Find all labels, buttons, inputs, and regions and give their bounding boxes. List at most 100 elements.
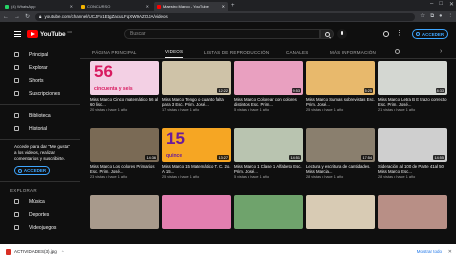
close-tab-icon[interactable]: ✕ — [146, 4, 149, 9]
video-title[interactable]: Miss Marco Letra B E trazo correcto Esc.… — [378, 97, 447, 107]
tab-2[interactable]: VIDEOS — [165, 46, 184, 58]
sidebar-item-home[interactable]: Principal — [0, 48, 80, 61]
video-card[interactable]: 17:54 Lectura y escritura de cantidades. … — [306, 128, 375, 179]
video-card[interactable]: 12:22 Miss Marco Tengo o cuanto falta par… — [162, 61, 231, 112]
video-thumbnail[interactable]: 14:36 — [90, 128, 159, 162]
sidebar-item-trophy[interactable]: Deportes — [0, 208, 80, 221]
tab-3[interactable]: LISTAS DE REPRODUCCIÓN — [204, 46, 269, 58]
video-title[interactable]: Lectura y escritura de cantidades. Miss … — [306, 164, 375, 174]
minimize-icon[interactable]: – — [430, 1, 433, 8]
youtube-logo[interactable]: YouTube CO — [27, 30, 72, 38]
video-card[interactable]: 9:53 Miss Marco Colorear con colores dist… — [234, 61, 303, 112]
shorts-icon — [14, 78, 19, 83]
logo-country-code: CO — [67, 30, 72, 34]
reload-icon[interactable]: ↻ — [25, 13, 30, 20]
video-thumbnail[interactable] — [306, 195, 375, 229]
video-card[interactable] — [306, 195, 375, 229]
url-text: youtube.com/channel/UCJFx1EtgZacuLFqXW9A… — [44, 14, 168, 19]
show-all-downloads-link[interactable]: Mostrar todo — [417, 249, 442, 254]
tab-4[interactable]: CANALES — [286, 46, 308, 58]
video-thumbnail[interactable]: 8:33 — [378, 61, 447, 95]
video-duration: 14:51 — [289, 155, 301, 160]
close-tab-icon[interactable]: ✕ — [70, 4, 73, 9]
back-icon[interactable]: ← — [3, 14, 9, 20]
video-title[interactable]: Sideración al 100 de Parte 41al 50 Miss … — [378, 164, 447, 174]
close-window-icon[interactable]: ✕ — [449, 1, 454, 8]
video-thumbnail[interactable]: 9:53 — [234, 61, 303, 95]
profile-icon[interactable]: ● — [439, 13, 442, 20]
sidebar-item-music[interactable]: Música — [0, 195, 80, 208]
video-thumbnail[interactable] — [378, 195, 447, 229]
forward-icon[interactable]: → — [14, 14, 20, 20]
sidebar-item-subscriptions[interactable]: Suscripciones — [0, 87, 80, 100]
voice-search-icon[interactable] — [337, 29, 347, 39]
video-card[interactable] — [90, 195, 159, 229]
close-tab-icon[interactable]: ✕ — [222, 4, 225, 9]
sidebar-item-history[interactable]: Historial — [0, 122, 80, 135]
sidebar-signin-button[interactable]: ACCEDER — [14, 166, 50, 175]
video-title[interactable]: Miss Marco 1 Clase 1 Alfabeto Esc. Prim.… — [234, 164, 303, 174]
channel-search-icon[interactable] — [395, 49, 400, 54]
video-meta: 25 vistas • hace 1 año — [162, 174, 200, 179]
browser-tab[interactable]: Maestro Marco - YouTube ✕ — [154, 2, 228, 11]
apps-grid-icon[interactable] — [383, 31, 389, 37]
video-card[interactable]: 8:33 Miss Marco Letra B E trazo correcto … — [378, 61, 447, 112]
chevron-right-icon[interactable]: › — [440, 48, 442, 55]
video-card[interactable] — [234, 195, 303, 229]
video-title[interactable]: Miss Marco Colorear con colores distinto… — [234, 97, 303, 107]
account-circle-icon — [17, 168, 22, 173]
settings-dots-icon[interactable]: ⋮ — [396, 30, 403, 37]
video-duration: 5:25 — [363, 88, 373, 93]
video-meta: 28 vistas • hace 1 año — [306, 174, 344, 179]
video-title[interactable]: Miss Marco Cinco matemático 56 al 60 lis… — [90, 97, 159, 107]
video-title[interactable]: Miss Marco Los colores Primarios Esc. Pr… — [90, 164, 159, 174]
video-title[interactable]: Miss Marco Tengo o cuanto falta para 3 E… — [162, 97, 231, 107]
video-card[interactable]: 15 quince 13:27 Miss Marco 15 Matemático T.… — [162, 128, 231, 179]
video-thumbnail[interactable]: 14:51 — [234, 128, 303, 162]
lock-icon: 🔒︎ — [39, 14, 42, 19]
browser-tab[interactable]: CONCURSO ✕ — [78, 2, 152, 11]
video-card[interactable]: 14:51 Miss Marco 1 Clase 1 Alfabeto Esc. … — [234, 128, 303, 179]
tab-1[interactable]: PÁGINA PRINCIPAL — [92, 46, 137, 58]
sidebar-item-gamepad[interactable]: Videojuegos — [0, 221, 80, 234]
video-thumbnail[interactable]: 12:22 — [162, 61, 231, 95]
video-card[interactable]: 5:25 Miss Marco Sumas sobrevistas Esc. Pr… — [306, 61, 375, 112]
video-thumbnail[interactable]: 14:55 — [378, 128, 447, 162]
video-thumbnail[interactable]: 17:54 — [306, 128, 375, 162]
video-thumbnail[interactable] — [90, 195, 159, 229]
hamburger-menu-icon[interactable] — [14, 31, 21, 37]
bookmark-star-icon[interactable]: ☆ — [420, 13, 425, 20]
video-title[interactable]: Miss Marco Sumas sobrevistas Esc. Prim. … — [306, 97, 375, 107]
video-title[interactable]: Miss Marco 15 Matemático T. C. 2o. A 15.… — [162, 164, 231, 174]
sidebar-item-shorts[interactable]: Shorts — [0, 74, 80, 87]
video-card[interactable]: 14:55 Sideración al 100 de Parte 41al 50 … — [378, 128, 447, 179]
download-item[interactable]: ACTIVIDADES(3).jpg ^ — [6, 248, 64, 255]
video-card[interactable] — [162, 195, 231, 229]
video-thumbnail[interactable]: 56 cincuenta y seis — [90, 61, 159, 95]
address-bar[interactable]: 🔒︎ youtube.com/channel/UCJFx1EtgZacuLFqX… — [35, 12, 416, 21]
new-tab-button[interactable]: + — [231, 3, 235, 9]
video-card[interactable]: 56 cincuenta y seis Miss Marco Cinco matem… — [90, 61, 159, 112]
video-thumbnail[interactable] — [162, 195, 231, 229]
search-button[interactable] — [320, 29, 334, 39]
chevron-up-icon[interactable]: ^ — [62, 249, 64, 254]
video-card[interactable] — [378, 195, 447, 229]
sidebar-item-library[interactable]: Biblioteca — [0, 109, 80, 122]
signin-button[interactable]: ACCEDER — [412, 29, 448, 39]
search-input[interactable]: Buscar — [124, 29, 320, 39]
video-duration: 9:53 — [291, 88, 301, 93]
sidebar-item-compass[interactable]: Explorar — [0, 61, 80, 74]
window-controls: – □ ✕ — [430, 1, 454, 8]
tab-5[interactable]: MÁS INFORMACIÓN — [330, 46, 376, 58]
extensions-icon[interactable]: ⧉ — [430, 13, 434, 20]
sidebar-divider — [0, 181, 80, 182]
tab-favicon-icon — [157, 4, 161, 9]
video-thumbnail[interactable] — [234, 195, 303, 229]
video-thumbnail[interactable]: 5:25 — [306, 61, 375, 95]
maximize-icon[interactable]: □ — [439, 1, 443, 8]
close-shelf-icon[interactable]: ✕ — [448, 249, 452, 255]
browser-menu-icon[interactable]: ⋮ — [448, 13, 454, 20]
video-card[interactable]: 14:36 Miss Marco Los colores Primarios Es… — [90, 128, 159, 179]
browser-tab[interactable]: (4) WhatsApp ✕ — [2, 2, 76, 11]
video-thumbnail[interactable]: 15 quince 13:27 — [162, 128, 231, 162]
